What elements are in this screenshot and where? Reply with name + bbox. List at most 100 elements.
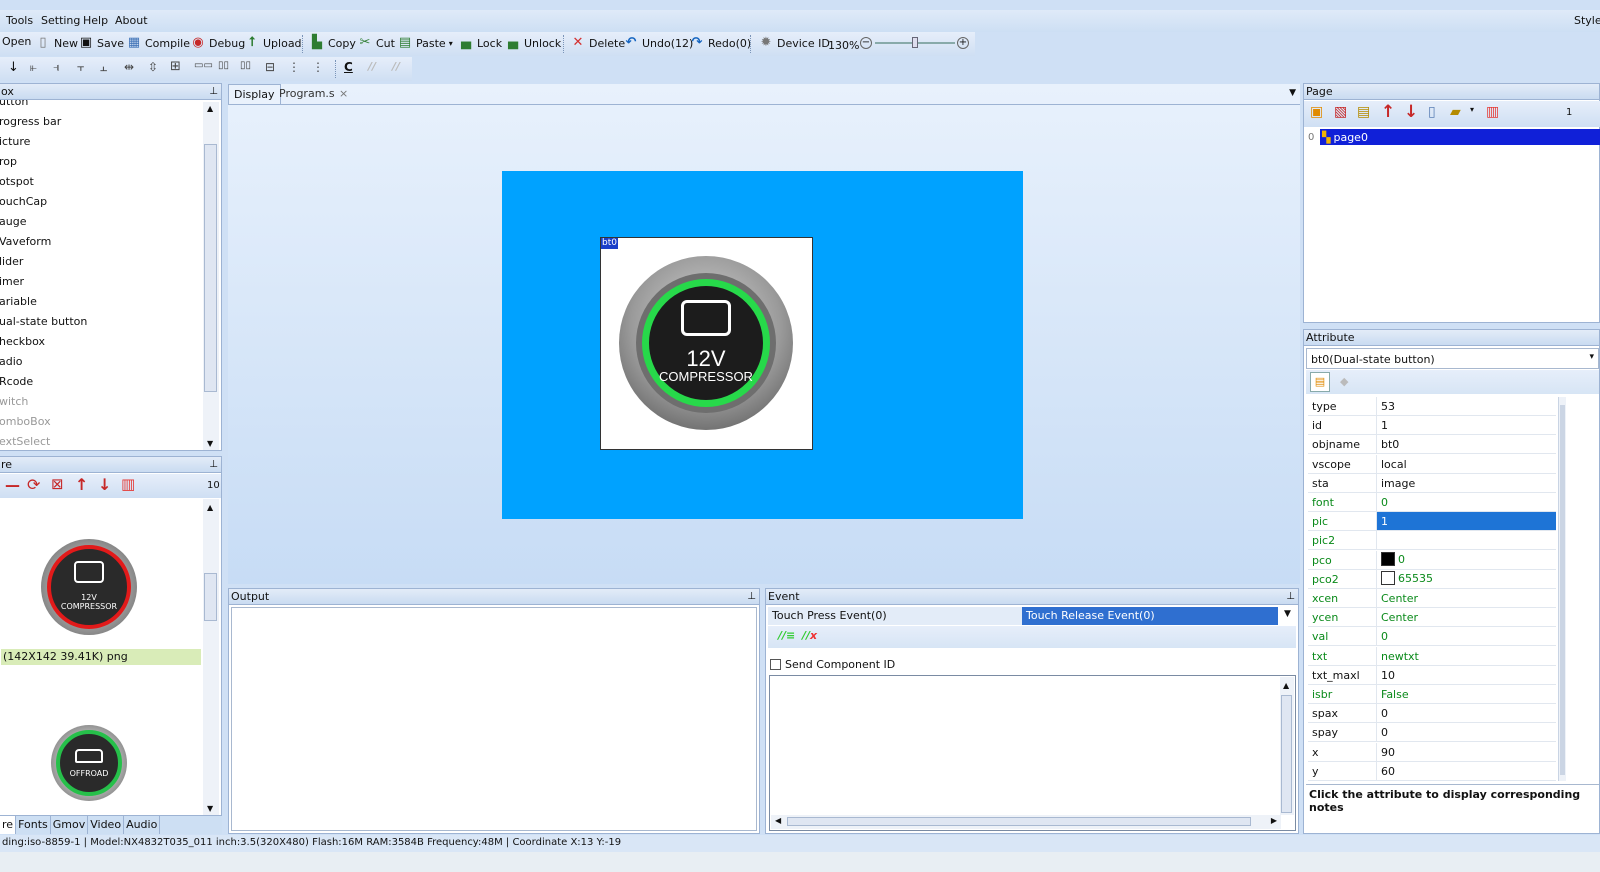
menu-style[interactable]: Style — [1574, 14, 1600, 27]
align-top-icon[interactable]: ⫟ — [77, 60, 84, 75]
toolbox-item[interactable]: rop — [0, 155, 17, 168]
attribute-row-id[interactable]: id 1 — [1308, 416, 1556, 436]
toolbox-scroll-thumb[interactable] — [204, 144, 217, 392]
open-button[interactable]: Open — [2, 35, 31, 48]
menu-setting[interactable]: Setting — [41, 14, 80, 27]
attribute-value[interactable]: 1 — [1376, 512, 1556, 531]
attribute-value[interactable]: 0 — [1376, 704, 1556, 723]
attribute-value[interactable]: image — [1376, 473, 1556, 492]
event-code-editor[interactable]: ▲ ◀ ▶ — [769, 675, 1296, 831]
send-id-checkbox[interactable] — [770, 659, 781, 670]
space-v-icon[interactable]: ⋮ — [288, 60, 300, 74]
delete-button[interactable]: ✕ Delete — [570, 35, 626, 51]
attribute-value[interactable]: 10 — [1376, 665, 1556, 684]
grid-icon[interactable]: ⊞ — [170, 59, 181, 74]
attribute-value[interactable]: 53 — [1376, 397, 1556, 415]
attribute-value[interactable]: local — [1376, 454, 1556, 473]
tab-display[interactable]: Display — [228, 84, 281, 104]
align-bottom-icon[interactable]: ⫠ — [100, 60, 107, 75]
toolbox-item[interactable]: ariable — [0, 295, 37, 308]
attribute-row-type[interactable]: type 53 — [1308, 397, 1556, 416]
import-dropdown-icon[interactable]: ▾ — [1470, 105, 1474, 114]
attribute-value[interactable]: bt0 — [1376, 435, 1556, 454]
pin-icon[interactable]: ⊥ — [209, 457, 218, 472]
toolbox-scrollbar[interactable]: ▲ ▼ — [203, 102, 219, 450]
same-height-icon[interactable]: ⊟ — [265, 60, 275, 74]
tab-dropdown-icon[interactable]: ▼ — [1289, 88, 1296, 98]
attribute-row-isbr[interactable]: isbr False — [1308, 685, 1556, 704]
zoom-in-icon[interactable]: + — [957, 37, 969, 49]
attribute-value[interactable]: 90 — [1376, 742, 1556, 761]
toolbox-item[interactable]: Vaveform — [0, 235, 51, 248]
debug-button[interactable]: ◉ Debug — [190, 35, 245, 51]
attribute-row-pic[interactable]: pic 1 — [1308, 512, 1556, 532]
compile-button[interactable]: ▦ Compile — [126, 35, 190, 51]
code-icon[interactable]: C — [344, 60, 353, 74]
scroll-left-icon[interactable]: ◀ — [775, 816, 781, 825]
toolbox-item[interactable]: auge — [0, 215, 26, 228]
toolbox-item[interactable]: lider — [0, 255, 23, 268]
picture-thumb-compressor[interactable]: 12V COMPRESSOR — [41, 539, 137, 635]
device-canvas[interactable]: bt0 12V COMPRESSOR — [502, 171, 1023, 519]
copy-page-icon[interactable]: ▯ — [1428, 104, 1436, 120]
attribute-scroll-thumb[interactable] — [1560, 405, 1565, 775]
toolbox-item[interactable]: Rcode — [0, 375, 33, 388]
toolbox-item[interactable]: utton — [0, 100, 28, 108]
scroll-right-icon[interactable]: ▶ — [1271, 816, 1277, 825]
resource-tab[interactable]: Fonts — [16, 816, 51, 834]
trash-icon[interactable]: ▥ — [1486, 104, 1499, 120]
pin-icon[interactable]: ⊥ — [747, 589, 756, 604]
space-h2-icon[interactable]: ▯▯ — [240, 60, 251, 71]
page-down-icon[interactable]: ↓ — [1404, 102, 1418, 122]
align-left-icon[interactable]: ⫦ — [30, 60, 37, 75]
arrow-down-icon[interactable]: ↓ — [8, 60, 19, 75]
copy-button[interactable]: ▙ Copy — [309, 35, 356, 51]
toolbox-item[interactable]: ual-state button — [0, 315, 87, 328]
sort-category-icon[interactable]: ▤ — [1310, 372, 1330, 392]
lock-button[interactable]: ▄ Lock — [458, 35, 502, 51]
selector-dropdown-icon[interactable]: ▾ — [1589, 352, 1594, 362]
event-dropdown-icon[interactable]: ▼ — [1284, 609, 1291, 619]
new-button[interactable]: ▯ New — [35, 35, 78, 51]
center-h-icon[interactable]: ⇹ — [124, 60, 134, 74]
tab-touch-press[interactable]: Touch Press Event(0) — [768, 607, 1022, 625]
attribute-row-x[interactable]: x 90 — [1308, 742, 1556, 762]
attribute-value[interactable]: False — [1376, 685, 1556, 703]
add-page-icon[interactable]: ▣ — [1310, 104, 1323, 120]
attribute-row-spay[interactable]: spay 0 — [1308, 723, 1556, 743]
component-selector[interactable]: bt0(Dual-state button) ▾ — [1306, 348, 1599, 369]
attribute-row-val[interactable]: val 0 — [1308, 627, 1556, 647]
save-button[interactable]: ▣ Save — [78, 35, 124, 51]
attribute-row-pco2[interactable]: pco2 65535 — [1308, 569, 1556, 589]
trash-icon[interactable]: ▥ — [121, 475, 135, 493]
resource-tab[interactable]: Video — [88, 816, 125, 834]
scroll-up-icon[interactable]: ▲ — [207, 503, 213, 512]
toolbox-item[interactable]: ouchCap — [0, 195, 47, 208]
output-textarea[interactable] — [231, 607, 757, 831]
attribute-row-vscope[interactable]: vscope local — [1308, 454, 1556, 474]
attribute-row-spax[interactable]: spax 0 — [1308, 704, 1556, 724]
editor-hscroll-thumb[interactable] — [787, 817, 1251, 826]
attribute-value[interactable]: 0 — [1376, 627, 1556, 646]
picture-scrollbar[interactable]: ▲ ▼ — [203, 499, 219, 815]
toolbox-item[interactable]: extSelect — [0, 435, 50, 448]
resource-tab[interactable]: re — [0, 816, 17, 834]
toolbox-item[interactable]: witch — [0, 395, 28, 408]
resource-tab[interactable]: Audio — [124, 816, 161, 834]
cut-button[interactable]: ✂ Cut — [357, 35, 395, 51]
attribute-value[interactable]: Center — [1376, 608, 1556, 627]
resource-tab[interactable]: Gmov — [51, 816, 89, 834]
pin-icon[interactable]: ⊥ — [1286, 589, 1295, 604]
zoom-out-icon[interactable]: − — [860, 37, 872, 49]
paste-button[interactable]: ▤ Paste ▾ — [397, 35, 453, 51]
import-page-icon[interactable]: ▰ — [1450, 104, 1461, 120]
toolbox-item[interactable]: rogress bar — [0, 115, 61, 128]
editor-hscrollbar[interactable]: ◀ ▶ — [771, 815, 1281, 829]
toolbox-item[interactable]: heckbox — [0, 335, 45, 348]
toolbox-item[interactable]: imer — [0, 275, 24, 288]
toolbox-item[interactable]: otspot — [0, 175, 34, 188]
attribute-value[interactable]: 0 — [1376, 493, 1556, 511]
attribute-row-txt[interactable]: txt newtxt — [1308, 646, 1556, 666]
attribute-row-objname[interactable]: objname bt0 — [1308, 435, 1556, 455]
scroll-up-icon[interactable]: ▲ — [1283, 681, 1289, 690]
